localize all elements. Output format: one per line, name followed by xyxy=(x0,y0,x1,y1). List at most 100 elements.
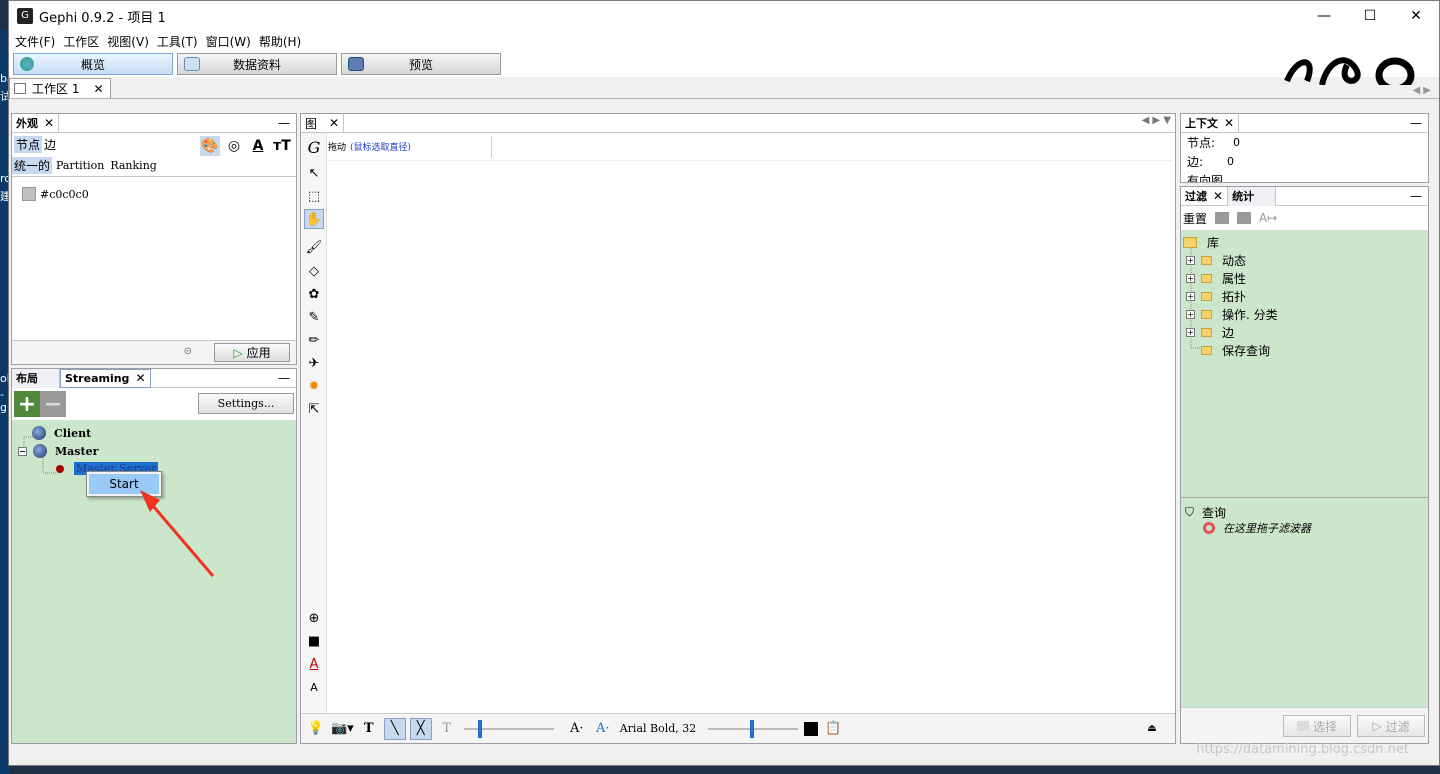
settings-button[interactable]: Settings... xyxy=(198,393,294,414)
menu-view[interactable]: 视图(V) xyxy=(103,33,153,50)
edge-color-icon[interactable]: ╳ xyxy=(409,717,432,740)
label-size-slider[interactable] xyxy=(708,719,799,738)
close-window-button[interactable]: ✕ xyxy=(1393,1,1439,31)
tab-ranking[interactable]: Ranking xyxy=(110,159,157,172)
save-icon[interactable] xyxy=(1237,212,1252,224)
tab-context[interactable]: 上下文 ✕ xyxy=(1181,114,1240,133)
square-icon[interactable]: ■ xyxy=(304,631,324,651)
clipboard-icon[interactable]: 📋 xyxy=(822,718,844,740)
zoom-icon[interactable]: ⊕ xyxy=(304,608,324,628)
panel-nav-icons[interactable]: ◀ ▶ ▼ xyxy=(1142,115,1171,126)
edge-display-icon[interactable]: ╲ xyxy=(383,717,406,740)
expand-icon[interactable]: ⏏ xyxy=(1141,718,1163,740)
rect-select-icon[interactable]: ⬚ xyxy=(304,186,324,206)
color-swatch[interactable] xyxy=(22,187,36,201)
unique-color-row[interactable]: #c0c0c0 xyxy=(22,187,296,201)
close-icon[interactable]: ✕ xyxy=(1213,189,1223,203)
close-icon[interactable]: ✕ xyxy=(93,82,103,96)
pointer-icon[interactable]: ↖ xyxy=(304,163,324,183)
start-menu-item[interactable]: Start xyxy=(89,474,159,494)
font-size-down-icon[interactable]: A· xyxy=(566,718,588,740)
label-color-icon[interactable]: A xyxy=(248,136,268,156)
tab-appearance[interactable]: 外观 ✕ xyxy=(12,113,60,133)
label-color-swatch[interactable] xyxy=(804,721,819,736)
maximize-button[interactable]: ☐ xyxy=(1347,1,1393,31)
tab-edge[interactable]: 边 xyxy=(42,136,58,153)
filter-category[interactable]: + 边 xyxy=(1186,324,1234,341)
screenshot-icon[interactable]: 📷▾ xyxy=(331,718,354,740)
tree-item-client[interactable]: Client xyxy=(32,426,91,440)
tab-unique[interactable]: 统一的 xyxy=(12,157,53,174)
edge-scale-slider[interactable] xyxy=(463,719,554,738)
expand-icon[interactable]: + xyxy=(1186,256,1195,265)
tab-graph[interactable]: 图 ✕ xyxy=(301,113,345,133)
close-icon[interactable]: ✕ xyxy=(44,116,54,130)
minimize-panel-icon[interactable]: — xyxy=(1410,189,1422,203)
expand-icon[interactable]: + xyxy=(1186,292,1195,301)
apply-button[interactable]: ▷ 应用 xyxy=(214,343,290,362)
minimize-button[interactable]: — xyxy=(1301,1,1347,31)
font-size-up-icon[interactable]: A· xyxy=(592,718,614,740)
workspace-tab[interactable]: 工作区 1 ✕ xyxy=(9,78,111,98)
label-size-icon[interactable]: тT xyxy=(272,136,292,156)
link-icon[interactable]: ⊝ xyxy=(184,346,192,357)
workspace-scroll-arrows[interactable]: ◀ ▶ xyxy=(1412,85,1431,96)
close-icon[interactable]: ✕ xyxy=(1224,116,1234,130)
label-text-icon[interactable]: T xyxy=(436,718,458,740)
expand-icon[interactable]: + xyxy=(1186,328,1195,337)
brush-icon[interactable]: 🖌 xyxy=(304,237,324,257)
filter-button[interactable]: ▷ 过滤 xyxy=(1357,715,1425,737)
filter-category[interactable]: + 动态 xyxy=(1186,252,1246,269)
menu-window[interactable]: 窗口(W) xyxy=(202,33,255,50)
close-icon[interactable]: ✕ xyxy=(329,116,339,130)
collapse-icon[interactable]: − xyxy=(18,446,27,456)
painter-icon[interactable]: ✿ xyxy=(304,284,324,304)
tab-partition[interactable]: Partition xyxy=(56,159,104,172)
gear-icon[interactable]: ✹ xyxy=(304,376,324,396)
lightbulb-icon[interactable]: 💡 xyxy=(305,718,327,740)
tab-filters[interactable]: 过滤 ✕ xyxy=(1181,186,1229,206)
font-size-icon[interactable]: A xyxy=(304,677,324,697)
edge-pencil-icon[interactable]: ✏ xyxy=(304,330,324,350)
palette-icon[interactable]: 🎨 xyxy=(200,136,220,156)
pencil-icon[interactable]: ✎ xyxy=(304,307,324,327)
filter-category[interactable]: + 操作. 分类 xyxy=(1186,306,1278,323)
size-icon[interactable]: ◎ xyxy=(224,136,244,156)
font-color-icon[interactable]: A xyxy=(304,654,324,674)
filter-category[interactable]: + 拓扑 xyxy=(1186,288,1246,305)
overview-mode-button[interactable]: 概览 xyxy=(13,53,173,75)
slider-thumb[interactable] xyxy=(477,719,482,738)
help-pointer-icon[interactable]: ⇱ xyxy=(304,399,324,419)
data-laboratory-mode-button[interactable]: 数据资料 xyxy=(177,53,337,75)
filter-category[interactable]: 保存查询 xyxy=(1201,342,1270,359)
tree-item-master[interactable]: − Master xyxy=(18,444,98,458)
query-area[interactable]: ⛉ 查询 在这里拖子滤波器 xyxy=(1181,497,1428,705)
reset-button[interactable]: 重置 xyxy=(1183,210,1207,227)
preview-mode-button[interactable]: 预览 xyxy=(341,53,501,75)
graph-canvas[interactable] xyxy=(328,161,1173,713)
slider-thumb[interactable] xyxy=(750,719,755,738)
tab-statistics[interactable]: 统计 xyxy=(1228,186,1277,206)
select-button[interactable]: 选择 xyxy=(1283,715,1351,737)
menu-workspace[interactable]: 工作区 xyxy=(59,33,103,50)
menu-help[interactable]: 帮助(H) xyxy=(255,33,305,50)
library-node[interactable]: 库 xyxy=(1183,234,1219,251)
font-label[interactable]: Arial Bold, 32 xyxy=(620,722,697,735)
minimize-panel-icon[interactable]: — xyxy=(1410,116,1422,130)
filter-category[interactable]: + 属性 xyxy=(1186,270,1246,287)
title-bar[interactable]: G Gephi 0.9.2 - 项目 1 — ☐ ✕ xyxy=(9,1,1439,31)
menu-file[interactable]: 文件(F) xyxy=(11,33,59,50)
menu-tools[interactable]: 工具(T) xyxy=(153,33,202,50)
tab-node[interactable]: 节点 xyxy=(14,135,43,153)
appearance-attribute-icons: 🎨 ◎ A тT xyxy=(200,136,292,156)
expand-icon[interactable]: + xyxy=(1186,274,1195,283)
expand-icon[interactable]: + xyxy=(1186,310,1195,319)
text-icon[interactable]: T xyxy=(358,718,380,740)
airplane-icon[interactable]: ✈ xyxy=(304,353,324,373)
diamond-icon[interactable]: ◇ xyxy=(304,261,324,281)
minimize-panel-icon[interactable]: — xyxy=(278,116,290,130)
export-icon[interactable] xyxy=(1215,212,1230,224)
autorefresh-icon[interactable]: A↦ xyxy=(1259,211,1277,225)
minimize-panel-icon[interactable]: — xyxy=(278,371,290,385)
drag-hand-icon[interactable]: ✋ xyxy=(304,209,324,229)
